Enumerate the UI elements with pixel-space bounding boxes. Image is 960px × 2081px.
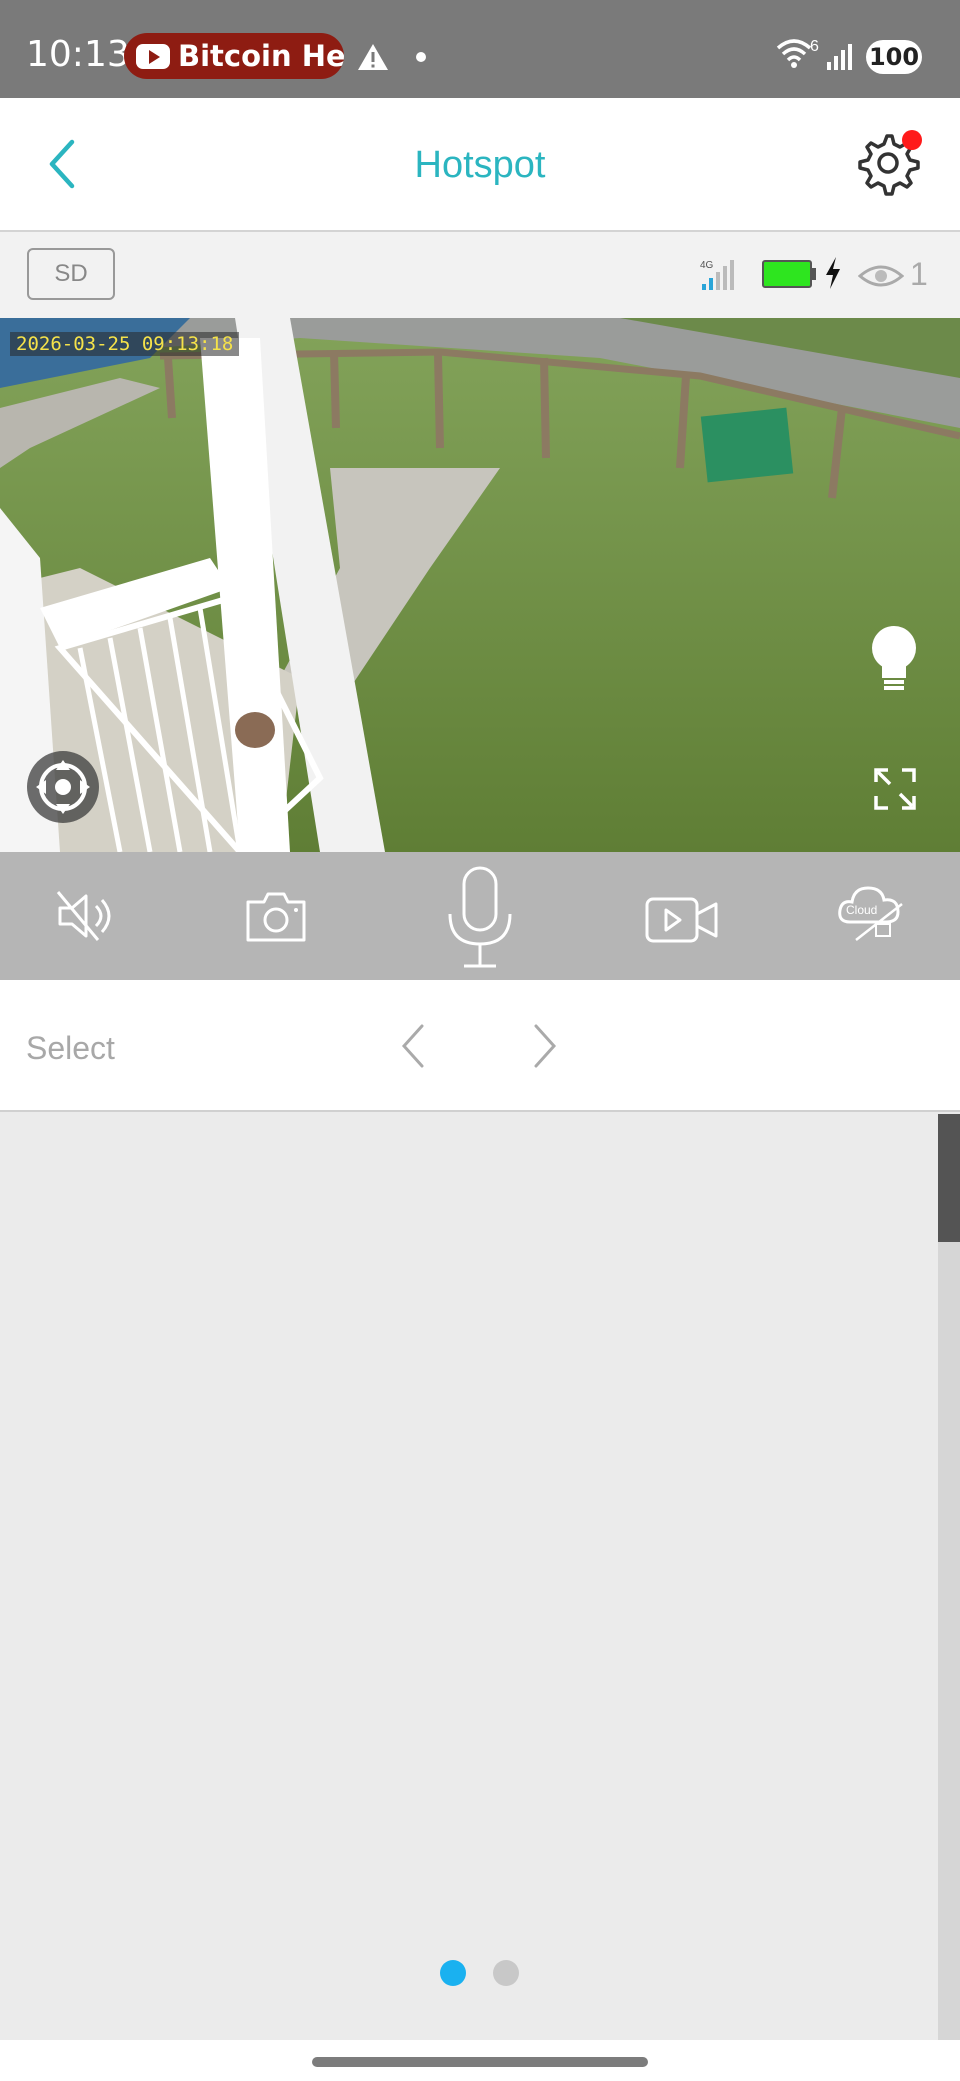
scrollbar-thumb[interactable] (938, 1114, 960, 1242)
device-info-bar: SD 4G 1 (0, 232, 960, 318)
4g-signal-icon: 4G (700, 260, 734, 290)
cellular-signal-icon (827, 44, 852, 70)
device-battery-tip (812, 268, 816, 280)
cloud-label: Cloud (846, 903, 877, 917)
video-timestamp: 2026-03-25 09:13:18 (10, 332, 240, 356)
speaker-muted-icon[interactable] (54, 888, 116, 944)
microphone-icon[interactable] (444, 864, 516, 972)
youtube-notification-pill[interactable]: Bitcoin Hea (124, 33, 344, 79)
eye-icon (858, 265, 904, 287)
camera-scene-image (0, 318, 960, 852)
recordings-list-area[interactable] (0, 1114, 938, 2040)
page-title: Hotspot (414, 144, 546, 186)
ptz-control-icon[interactable] (26, 750, 100, 824)
device-battery-icon (762, 260, 812, 288)
previous-arrow-icon[interactable] (398, 1022, 428, 1070)
floodlight-bulb-icon[interactable] (864, 622, 924, 696)
cloud-off-icon[interactable]: Cloud (836, 882, 910, 946)
scrollbar-track[interactable] (938, 1114, 960, 2040)
notification-dot-icon (416, 52, 426, 62)
network-label: 4G (700, 260, 714, 271)
page-indicator-dot[interactable] (493, 1960, 519, 1986)
status-time: 10:13 (26, 34, 130, 75)
next-arrow-icon[interactable] (530, 1022, 560, 1070)
notification-text: Bitcoin Hea (178, 39, 344, 73)
date-selector-bar: Select (0, 980, 960, 1112)
status-bar: 10:13 Bitcoin Hea 6 100 (0, 0, 960, 98)
wifi-generation-label: 6 (810, 38, 819, 55)
video-record-icon[interactable] (644, 896, 720, 944)
viewer-count: 1 (910, 256, 928, 292)
select-button[interactable]: Select (26, 1030, 115, 1067)
sd-card-button[interactable]: SD (27, 248, 115, 300)
fullscreen-icon[interactable] (872, 766, 918, 812)
wifi-icon (776, 39, 812, 68)
home-gesture-bar[interactable] (312, 2057, 648, 2067)
youtube-icon (136, 43, 170, 69)
page-indicator-dot-active[interactable] (440, 1960, 466, 1986)
charging-bolt-icon (826, 257, 840, 289)
warning-icon (358, 44, 388, 70)
app-header: Hotspot (0, 98, 960, 232)
settings-notification-badge (902, 130, 922, 150)
battery-indicator: 100 (866, 40, 922, 74)
camera-icon[interactable] (244, 888, 308, 944)
live-video-feed[interactable]: 2026-03-25 09:13:18 (0, 318, 960, 852)
control-toolbar: Cloud (0, 852, 960, 980)
